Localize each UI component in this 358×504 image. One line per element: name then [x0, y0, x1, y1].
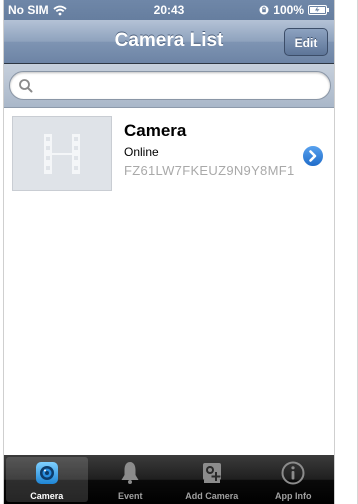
tab-label: App Info: [275, 491, 312, 501]
camera-thumbnail: [12, 116, 112, 191]
bell-icon: [121, 462, 139, 484]
battery-icon: [308, 5, 329, 15]
add-camera-icon: [202, 463, 221, 483]
edit-button[interactable]: Edit: [284, 28, 328, 56]
search-input[interactable]: [9, 71, 331, 100]
tab-label: Camera: [30, 491, 64, 501]
search-icon: [19, 79, 33, 93]
camera-status: Online: [124, 145, 159, 159]
camera-lens-icon: [35, 462, 58, 484]
tab-label: Add Camera: [185, 491, 239, 501]
tab-label: Event: [117, 491, 143, 501]
camera-name: Camera: [124, 121, 187, 140]
film-icon: [44, 134, 80, 174]
phone-screen: No SIM 20:43 100% Camera List Edit Camer…: [3, 0, 335, 504]
camera-id: FZ61LW7FKEUZ9N9Y8MF1: [124, 163, 295, 178]
rotation-lock-icon: [259, 5, 269, 15]
navigation-bar: Camera List Edit: [4, 20, 334, 64]
battery-percent: 100%: [273, 3, 304, 17]
info-icon: [281, 461, 305, 485]
camera-list-item[interactable]: Camera Online FZ61LW7FKEUZ9N9Y8MF1: [4, 108, 334, 198]
status-bar: No SIM 20:43 100%: [4, 0, 334, 20]
page: No SIM 20:43 100% Camera List Edit Camer…: [0, 0, 358, 504]
status-right: 100%: [259, 3, 330, 17]
tab-bar: Camera Event Add Camera App Info: [4, 455, 334, 504]
tab-add-camera[interactable]: Add Camera: [171, 455, 253, 504]
chevron-right-icon[interactable]: [302, 145, 324, 167]
tab-app-info[interactable]: App Info: [253, 455, 335, 504]
tab-event[interactable]: Event: [90, 455, 172, 504]
tab-camera[interactable]: Camera: [6, 457, 88, 502]
search-bar: [4, 64, 334, 108]
